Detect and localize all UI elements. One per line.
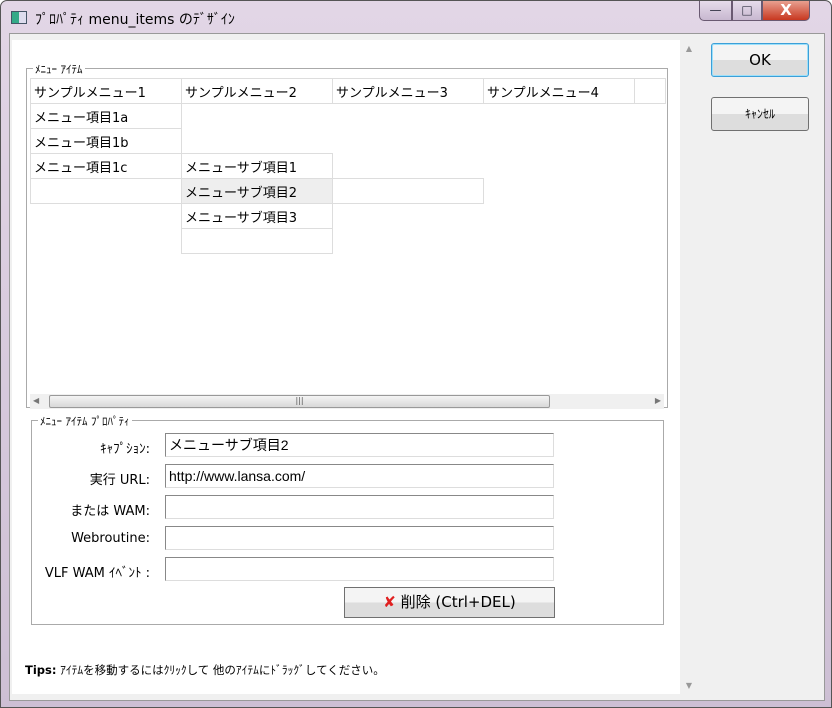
scrollbar-thumb[interactable]: |||: [49, 395, 550, 408]
submenu-item[interactable]: メニューサブ項目1: [181, 153, 333, 179]
properties-group: ﾒﾆｭｰ ｱｲﾃﾑ ﾌﾟﾛﾊﾟﾃｨ ｷｬﾌﾟｼｮﾝ: 実行 URL: または W…: [31, 413, 664, 625]
url-input[interactable]: [165, 464, 554, 488]
menu-header-2[interactable]: サンプルメニュー2: [181, 78, 333, 104]
close-button[interactable]: X: [762, 1, 810, 21]
submenu-item-selected[interactable]: メニューサブ項目2: [181, 178, 333, 204]
caption-input[interactable]: [165, 433, 554, 457]
menu-header-empty[interactable]: [634, 78, 666, 104]
menu-items-group: ﾒﾆｭｰ ｱｲﾃﾑ サンプルメニュー1 サンプルメニュー2 サンプルメニュー3 …: [26, 61, 668, 409]
menu-header-3[interactable]: サンプルメニュー3: [332, 78, 484, 104]
app-icon: [11, 11, 27, 24]
cancel-button[interactable]: ｷｬﾝｾﾙ: [711, 97, 809, 131]
dialog-window: ﾌﾟﾛﾊﾟﾃｨ menu_items のﾃﾞｻﾞｲﾝ — □ X ﾒﾆｭｰ ｱｲ…: [0, 0, 832, 708]
menu-header-1[interactable]: サンプルメニュー1: [30, 78, 182, 104]
caption-label: ｷｬﾌﾟｼｮﾝ:: [100, 442, 150, 457]
submenu-item[interactable]: メニューサブ項目3: [181, 203, 333, 229]
design-panel: ﾒﾆｭｰ ｱｲﾃﾑ サンプルメニュー1 サンプルメニュー2 サンプルメニュー3 …: [12, 40, 680, 694]
webroutine-label: Webroutine:: [71, 531, 150, 546]
menu-header-4[interactable]: サンプルメニュー4: [483, 78, 635, 104]
scroll-down-arrow-icon[interactable]: ▼: [680, 681, 698, 690]
vlf-wam-event-input[interactable]: [165, 557, 554, 581]
delete-x-icon: ✘: [383, 593, 396, 611]
vertical-scrollbar[interactable]: ▲ ▼: [680, 40, 698, 694]
minimize-button[interactable]: —: [699, 1, 732, 21]
wam-label: または WAM:: [70, 504, 150, 519]
menu-item[interactable]: メニュー項目1b: [30, 128, 182, 154]
window-title: ﾌﾟﾛﾊﾟﾃｨ menu_items のﾃﾞｻﾞｲﾝ: [35, 12, 235, 28]
submenu-item-empty[interactable]: [181, 228, 333, 254]
webroutine-input[interactable]: [165, 526, 554, 550]
delete-button[interactable]: ✘ 削除 (Ctrl+DEL): [344, 587, 555, 618]
menu-items-group-label: ﾒﾆｭｰ ｱｲﾃﾑ: [33, 61, 85, 77]
delete-button-label: 削除 (Ctrl+DEL): [400, 593, 516, 611]
ok-button[interactable]: OK: [711, 43, 809, 77]
url-label: 実行 URL:: [89, 473, 150, 488]
vlf-wam-event-label: VLF WAM ｲﾍﾞﾝﾄ :: [44, 566, 150, 581]
horizontal-scrollbar[interactable]: ◀ ||| ▶: [30, 394, 664, 409]
menu-item-empty[interactable]: [30, 178, 182, 204]
properties-group-label: ﾒﾆｭｰ ｱｲﾃﾑ ﾌﾟﾛﾊﾟﾃｨ: [38, 413, 132, 429]
tips-body: ｱｲﾃﾑを移動するにはｸﾘｯｸして 他のｱｲﾃﾑにﾄﾞﾗｯｸﾞしてください。: [56, 663, 385, 677]
scroll-right-arrow-icon[interactable]: ▶: [655, 396, 661, 405]
maximize-button[interactable]: □: [732, 1, 762, 21]
scroll-left-arrow-icon[interactable]: ◀: [33, 396, 39, 405]
menu-item[interactable]: メニュー項目1a: [30, 103, 182, 129]
wam-input[interactable]: [165, 495, 554, 519]
client-area: ﾒﾆｭｰ ｱｲﾃﾑ サンプルメニュー1 サンプルメニュー2 サンプルメニュー3 …: [9, 33, 825, 701]
tips-text: Tips: ｱｲﾃﾑを移動するにはｸﾘｯｸして 他のｱｲﾃﾑにﾄﾞﾗｯｸﾞしてく…: [25, 662, 385, 678]
tips-title: Tips:: [25, 663, 57, 677]
menu-item[interactable]: メニュー項目1c: [30, 153, 182, 179]
scroll-up-arrow-icon[interactable]: ▲: [680, 44, 698, 53]
submenu-child-empty[interactable]: [332, 178, 484, 204]
